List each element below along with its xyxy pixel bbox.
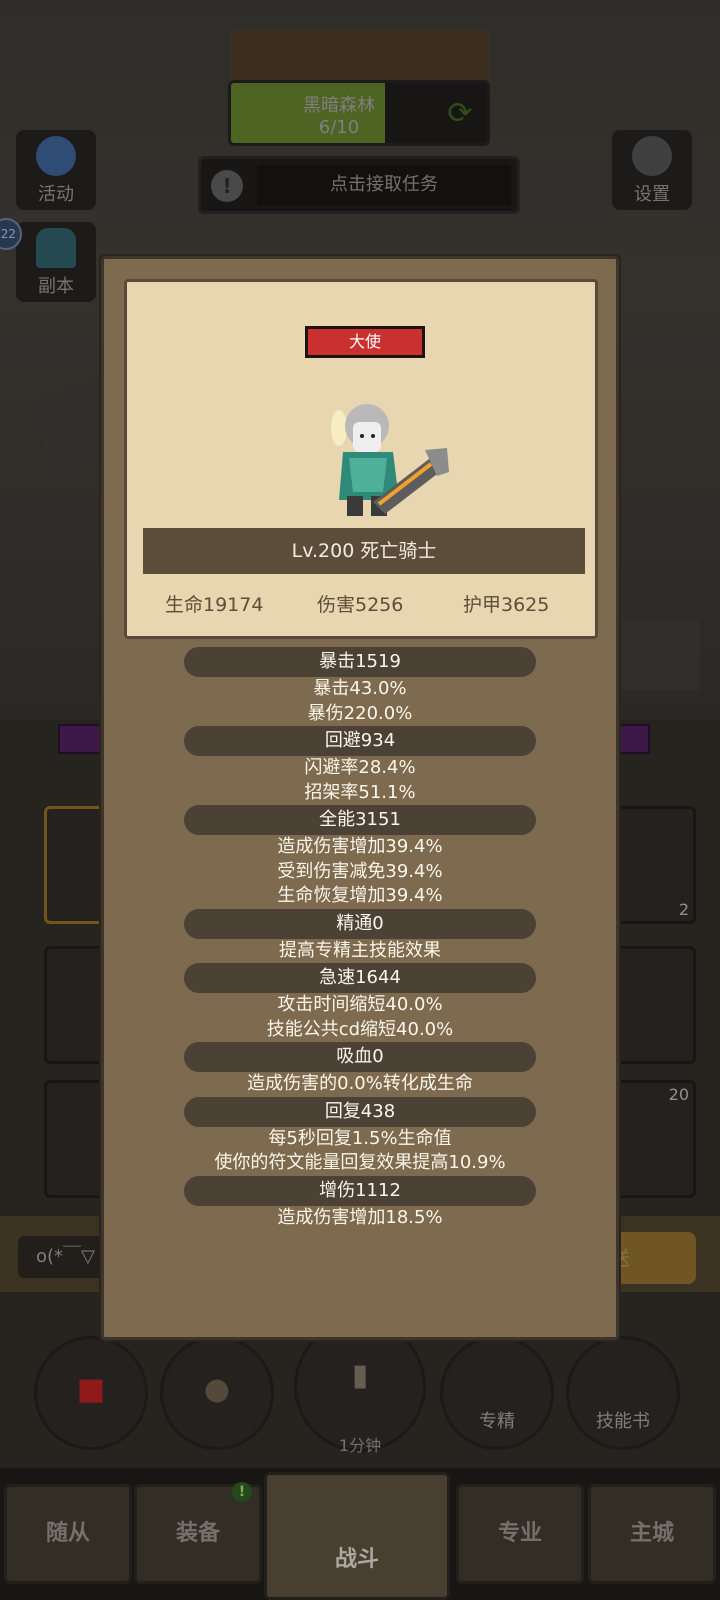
stat-header: 精通0 (184, 908, 536, 939)
stat-detail: 暴击43.0% (313, 678, 407, 699)
stat-detail: 技能公共cd缩短40.0% (266, 1018, 454, 1040)
stat-header: 增伤1112 (184, 1175, 536, 1206)
stat-detail: 生命恢复增加39.4% (277, 885, 443, 906)
hero-card: 大使 Lv.200 死亡骑士 生命19174 伤害5256 护甲3625 (124, 279, 598, 639)
stat-detail: 提高专精主技能效果 (279, 939, 441, 961)
stat-detail: 造成伤害增加18.5% (277, 1206, 443, 1228)
stat-header: 急速1644 (184, 963, 536, 993)
stat-header: 暴击1519 (184, 647, 536, 677)
stat-header: 回避934 (184, 726, 536, 756)
stat-header: 回复438 (184, 1096, 536, 1127)
stat-detail: 攻击时间缩短40.0% (277, 994, 443, 1015)
secondary-stats-list: 暴击1519 暴击43.0% 暴伤220.0% 回避934 闪避率28.4% 招架率51.… (104, 647, 616, 1230)
death-knight-portrait (331, 404, 449, 516)
stat-header: 全能3151 (184, 805, 536, 835)
stat-detail: 招架率51.1% (304, 781, 416, 803)
hero-hp: 生命19174 (165, 594, 264, 616)
stat-detail: 每5秒回复1.5%生命值 (268, 1127, 452, 1149)
hero-armor: 护甲3625 (463, 594, 550, 616)
stat-header: 吸血0 (184, 1042, 536, 1072)
stat-detail: 闪避率28.4% (304, 757, 416, 778)
hero-title-badge: 大使 (305, 326, 425, 358)
stat-detail: 造成伤害的0.0%转化成生命 (247, 1073, 473, 1094)
stat-detail: 造成伤害增加39.4% (277, 836, 443, 857)
hero-name: Lv.200 死亡骑士 (143, 528, 585, 574)
hero-stats-modal: 大使 Lv.200 死亡骑士 生命19174 伤害5256 护甲3625 暴击1… (101, 256, 619, 1340)
hero-main-stats: 生命19174 伤害5256 护甲3625 (127, 590, 595, 620)
stat-detail: 受到伤害减免39.4% (277, 860, 443, 882)
stat-detail: 使你的符文能量回复效果提高10.9% (214, 1152, 506, 1173)
hero-damage: 伤害5256 (317, 594, 404, 616)
stat-detail: 暴伤220.0% (307, 702, 413, 724)
